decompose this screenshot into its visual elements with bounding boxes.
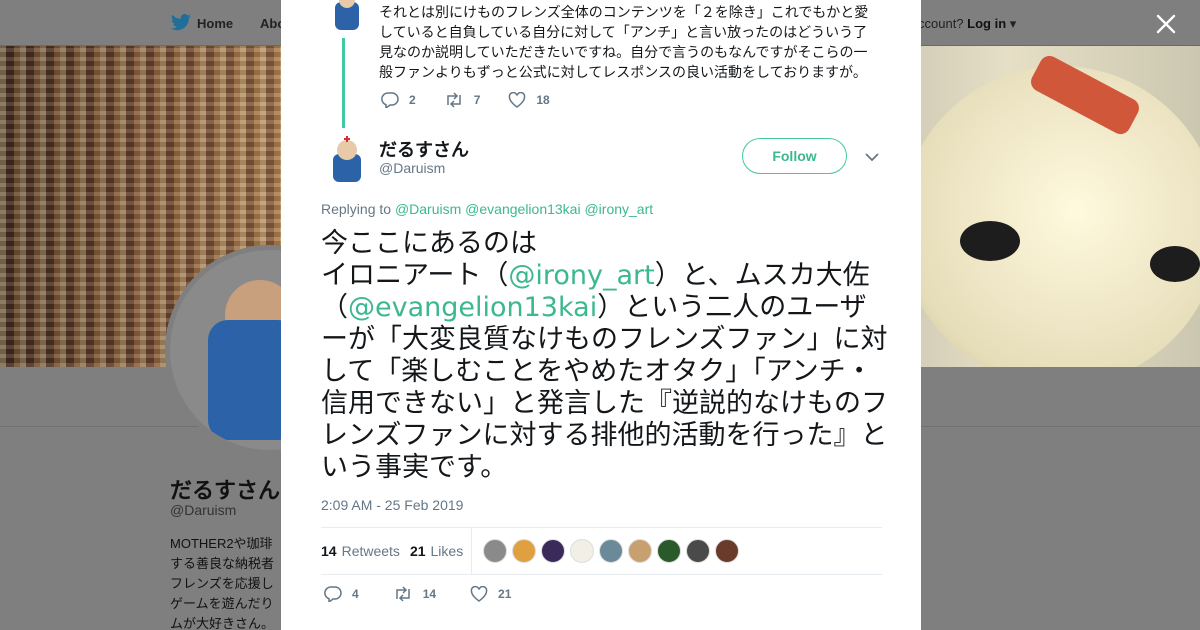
like-count: 18 xyxy=(536,93,550,107)
profile-bio: MOTHER2や珈琲 する善良な納税者 フレンズを応援し ゲームを遊んだり ムが… xyxy=(170,536,275,630)
heart-icon xyxy=(470,586,488,602)
replying-prefix: Replying to xyxy=(321,201,392,217)
thread-connector-line xyxy=(342,38,345,128)
previous-tweet-text: それとは別にけものフレンズ全体のコンテンツを「２を除き」これでもかと愛 している… xyxy=(379,4,869,80)
likes-stat-label: Likes xyxy=(430,543,464,559)
liker-avatar[interactable] xyxy=(512,539,536,563)
liker-avatar[interactable] xyxy=(483,539,507,563)
retweet-button[interactable]: 14 xyxy=(393,586,436,602)
stats-divider xyxy=(471,528,472,574)
mention-link[interactable]: @irony_art xyxy=(508,260,654,291)
heart-icon xyxy=(509,92,526,108)
login-link[interactable]: Log in xyxy=(967,16,1006,31)
retweets-stat-count: 14 xyxy=(321,543,337,559)
tweet-text-part: 今ここにあるのは xyxy=(321,228,537,259)
mention-link[interactable]: @evangelion13kai xyxy=(465,201,580,217)
chevron-down-icon[interactable] xyxy=(864,150,880,164)
mention-link[interactable]: @Daruism xyxy=(395,201,461,217)
reply-button[interactable]: 2 xyxy=(381,92,416,108)
like-button[interactable]: 21 xyxy=(470,586,511,602)
banner-plush-toy xyxy=(900,66,1200,367)
tweet-actions: 4 14 21 xyxy=(324,586,545,602)
tweet-timestamp[interactable]: 2:09 AM - 25 Feb 2019 xyxy=(321,497,463,513)
liker-avatar[interactable] xyxy=(686,539,710,563)
follow-button[interactable]: Follow xyxy=(742,138,847,174)
close-icon[interactable] xyxy=(1150,8,1182,40)
retweet-icon xyxy=(395,586,410,602)
mention-link[interactable]: @irony_art xyxy=(584,201,653,217)
profile-handle: @Daruism xyxy=(170,502,237,518)
mention-link[interactable]: @evangelion13kai xyxy=(348,292,597,323)
caret-down-icon: ▾ xyxy=(1009,16,1017,31)
previous-author-avatar[interactable] xyxy=(329,0,365,32)
twitter-bird-icon[interactable] xyxy=(170,14,192,32)
retweet-count: 7 xyxy=(473,93,481,107)
likes-stat[interactable]: 21 Likes xyxy=(410,543,463,559)
retweets-stat[interactable]: 14 Retweets xyxy=(321,543,400,559)
retweets-stat-label: Retweets xyxy=(341,543,400,559)
retweet-button[interactable]: 7 xyxy=(444,92,481,108)
liker-avatar[interactable] xyxy=(599,539,623,563)
reply-count: 4 xyxy=(352,587,359,601)
retweet-count: 14 xyxy=(422,587,437,601)
author-handle[interactable]: @Daruism xyxy=(379,160,445,176)
profile-name: だるすさん xyxy=(170,478,281,503)
reply-button[interactable]: 4 xyxy=(324,586,359,602)
author-name[interactable]: だるすさん xyxy=(379,136,469,162)
reply-icon xyxy=(324,586,342,602)
previous-tweet-actions: 2 7 18 xyxy=(381,92,578,108)
tweet-text: 今ここにあるのは イロニアート（@irony_art）と、ムスカ大佐（@evang… xyxy=(321,228,889,484)
author-avatar[interactable] xyxy=(327,136,367,182)
like-count: 21 xyxy=(498,587,512,601)
reply-count: 2 xyxy=(409,93,416,107)
liker-avatar[interactable] xyxy=(628,539,652,563)
like-button[interactable]: 18 xyxy=(508,92,550,108)
account-prompt-text: ccount? xyxy=(918,16,964,31)
banner-plush-eye xyxy=(1150,246,1200,282)
liker-avatar[interactable] xyxy=(570,539,594,563)
replying-to: Replying to @Daruism @evangelion13kai @i… xyxy=(321,201,653,217)
liker-avatar[interactable] xyxy=(541,539,565,563)
liker-avatar[interactable] xyxy=(657,539,681,563)
tweet-text-part: イロニアート（ xyxy=(321,260,509,291)
likes-stat-count: 21 xyxy=(409,543,426,559)
tweet-stats: 14 Retweets 21 Likes xyxy=(321,527,882,575)
reply-icon xyxy=(381,92,399,108)
retweet-icon xyxy=(446,92,461,108)
nav-account-menu[interactable]: ccount? Log in ▾ xyxy=(918,16,1016,32)
tweet-modal: それとは別にけものフレンズ全体のコンテンツを「２を除き」これでもかと愛 している… xyxy=(281,0,921,630)
nav-home-link[interactable]: Home xyxy=(197,16,233,31)
liker-avatar[interactable] xyxy=(715,539,739,563)
stats-counts: 14 Retweets 21 Likes xyxy=(321,528,473,574)
liker-avatars xyxy=(483,539,744,563)
banner-plush-eye xyxy=(960,221,1020,261)
